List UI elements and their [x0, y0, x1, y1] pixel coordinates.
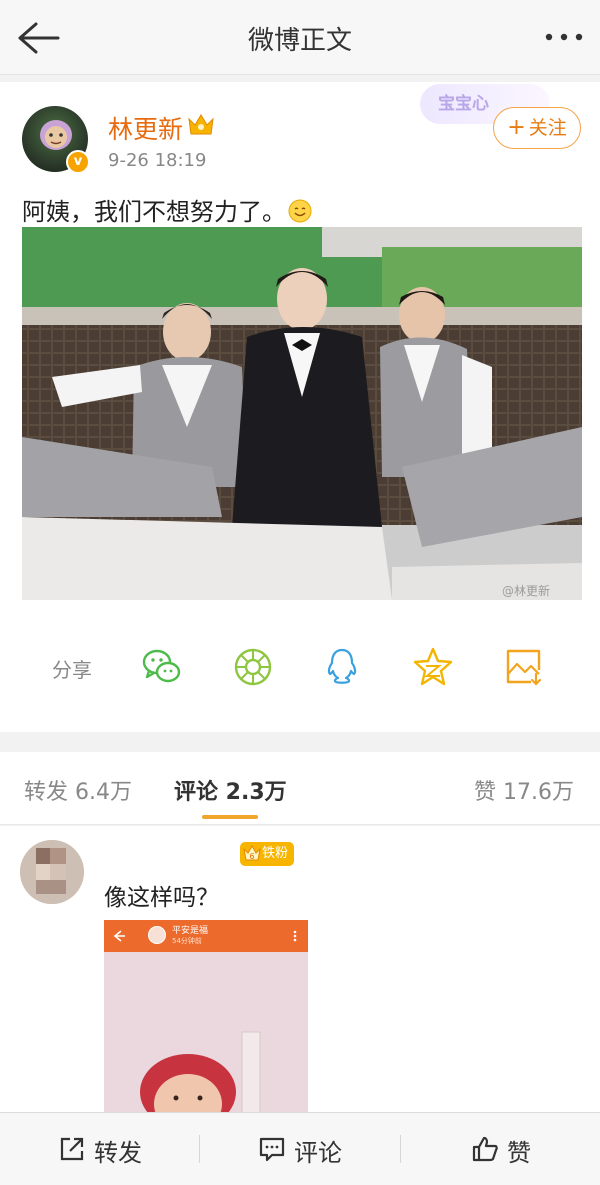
thumbs-up-icon — [472, 1136, 498, 1162]
comment-icon — [259, 1137, 285, 1162]
qzone-icon[interactable] — [412, 646, 454, 688]
screenshot-subtitle: 54分钟前 — [172, 937, 202, 945]
active-tab-indicator — [202, 815, 258, 819]
fan-badge-label: 铁粉 — [262, 846, 289, 861]
follow-button[interactable]: + 关注 — [493, 107, 581, 149]
screenshot-name: 平安是福 — [172, 926, 209, 936]
verified-badge: v — [66, 150, 90, 174]
divider — [199, 1135, 200, 1163]
screenshot-header: 平安是福 54分钟前 — [104, 920, 308, 952]
post-body: 阿姨，我们不想努力了。 — [22, 198, 286, 226]
screenshot-photo — [104, 952, 308, 1116]
repost-icon — [60, 1137, 84, 1161]
photo-content: @林更新 — [22, 227, 582, 600]
photo-watermark: @林更新 — [502, 583, 550, 598]
author-name[interactable]: 林更新 — [108, 110, 183, 146]
save-image-icon[interactable] — [503, 646, 545, 688]
buzz-lightyear-avatar-art — [40, 120, 72, 150]
screenshot-menu-icon — [293, 930, 297, 942]
comment-tabs: 转发 6.4万 评论 2.3万 赞 17.6万 — [0, 752, 600, 825]
divider — [400, 1135, 401, 1163]
screenshot-back-icon — [113, 930, 125, 942]
tab-repost[interactable]: 转发 6.4万 — [24, 774, 132, 806]
tab-comments[interactable]: 评论 2.3万 — [174, 774, 287, 806]
comment-image[interactable]: 平安是福 54分钟前 — [104, 920, 308, 1116]
fan-level: 6 — [249, 852, 254, 861]
blurred-avatar — [20, 840, 84, 904]
plus-icon: + — [507, 115, 526, 140]
post-timestamp: 9-26 18:19 — [108, 150, 207, 171]
comment-label: 评论 — [294, 1139, 342, 1167]
crown-icon — [188, 114, 214, 135]
qq-icon[interactable] — [321, 646, 363, 688]
post-text: 阿姨，我们不想努力了。 — [22, 192, 312, 227]
screenshot-avatar — [148, 926, 166, 944]
like-label: 赞 — [507, 1139, 531, 1167]
share-label: 分享 — [52, 658, 92, 682]
bottom-action-bar: 转发 评论 赞 — [0, 1112, 600, 1185]
comment-text: 像这样吗？ — [104, 885, 219, 911]
moments-icon[interactable] — [232, 646, 274, 688]
repost-label: 转发 — [94, 1139, 142, 1167]
smiley-emoji-icon — [288, 199, 312, 223]
fan-crown-icon: 6 — [243, 844, 261, 861]
commenter-avatar[interactable] — [20, 840, 84, 904]
follow-label: 关注 — [528, 117, 567, 139]
tab-likes[interactable]: 赞 17.6万 — [474, 774, 574, 806]
wechat-icon[interactable] — [141, 646, 183, 688]
comment-list: 6 铁粉 像这样吗？ 平安是福 54分钟前 — [0, 826, 600, 1116]
post-card: v 林更新 9-26 18:19 宝宝心 + 关注 阿姨，我们不想努力了。 @林… — [0, 82, 600, 732]
more-options-icon[interactable] — [542, 22, 586, 52]
page-title: 微博正文 — [247, 26, 352, 56]
top-nav-bar: 微博正文 — [0, 0, 600, 75]
share-row: 分享 — [0, 644, 600, 694]
post-photo[interactable]: @林更新 — [22, 227, 582, 600]
iron-fan-badge: 6 铁粉 — [240, 842, 294, 866]
